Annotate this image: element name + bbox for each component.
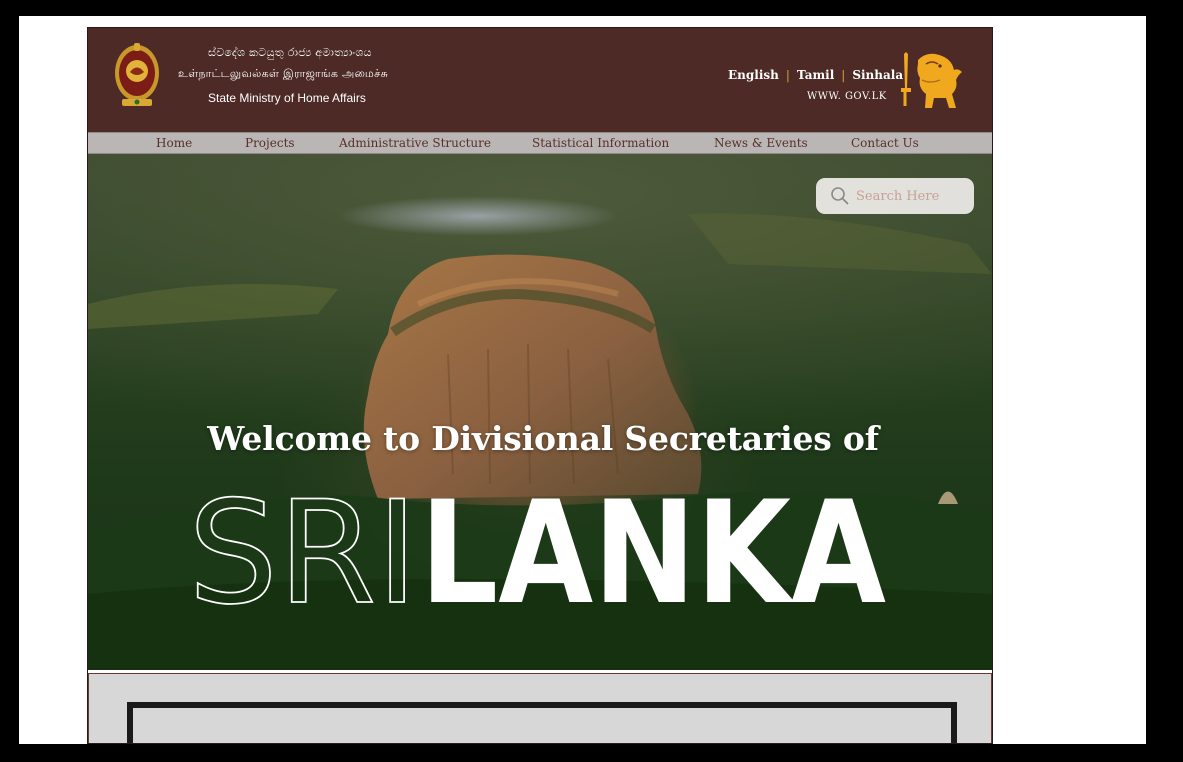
- sri-text: SRI: [188, 492, 418, 612]
- nav-contact-us[interactable]: Contact Us: [851, 136, 919, 150]
- site-header: ස්වදේශ කටයුතු රාජ්‍ය අමාත්‍යාංශය உள்நாட்…: [88, 28, 992, 132]
- search-icon[interactable]: [830, 186, 850, 206]
- separator: |: [841, 68, 846, 82]
- ministry-name-sinhala: ස්වදේශ කටයුතු රාජ්‍ය අමාත්‍යාංශය: [208, 46, 372, 59]
- lion-flag-icon: [901, 52, 962, 108]
- website: ස්වදේශ කටයුතු රාජ්‍ය අමාත්‍යාංශය உள்நாட்…: [87, 27, 993, 744]
- nav-projects[interactable]: Projects: [245, 136, 295, 150]
- ministry-name-tamil: உள்நாட்டலுவல்கள் இராஜாங்க அமைச்சு: [178, 67, 388, 80]
- content-frame: [127, 702, 957, 743]
- welcome-heading: Welcome to Divisional Secretaries of: [207, 419, 879, 458]
- nav-statistical-information[interactable]: Statistical Information: [532, 136, 669, 150]
- hero-banner: Welcome to Divisional Secretaries of SRI…: [88, 154, 992, 670]
- lanka-text: LANKA: [420, 492, 886, 612]
- browser-viewport: ස්වදේශ කටයුතු රාජ්‍ය අමාත්‍යාංශය உள்நாட்…: [19, 16, 1146, 744]
- ministry-name-english: State Ministry of Home Affairs: [208, 91, 366, 105]
- search-input[interactable]: [856, 184, 966, 208]
- lang-english-link[interactable]: English: [728, 68, 779, 82]
- content-panel: [88, 673, 992, 743]
- gov-lk-link[interactable]: WWW. GOV.LK: [807, 91, 887, 102]
- lang-tamil-link[interactable]: Tamil: [797, 68, 834, 82]
- nav-administrative-structure[interactable]: Administrative Structure: [339, 136, 491, 150]
- nav-news-events[interactable]: News & Events: [714, 136, 808, 150]
- ministry-title: ස්වදේශ කටයුතු රාජ්‍ය අමාත්‍යාංශය உள்நாட்…: [178, 46, 418, 105]
- sri-lanka-wordmark: SRI LANKA: [188, 492, 886, 612]
- nav-home[interactable]: Home: [156, 136, 192, 150]
- search-box: [816, 178, 974, 214]
- sri-lanka-emblem-icon: [115, 43, 159, 106]
- main-nav: Home Projects Administrative Structure S…: [88, 132, 992, 154]
- language-switcher: English | Tamil | Sinhala: [728, 68, 903, 82]
- separator: |: [785, 68, 790, 82]
